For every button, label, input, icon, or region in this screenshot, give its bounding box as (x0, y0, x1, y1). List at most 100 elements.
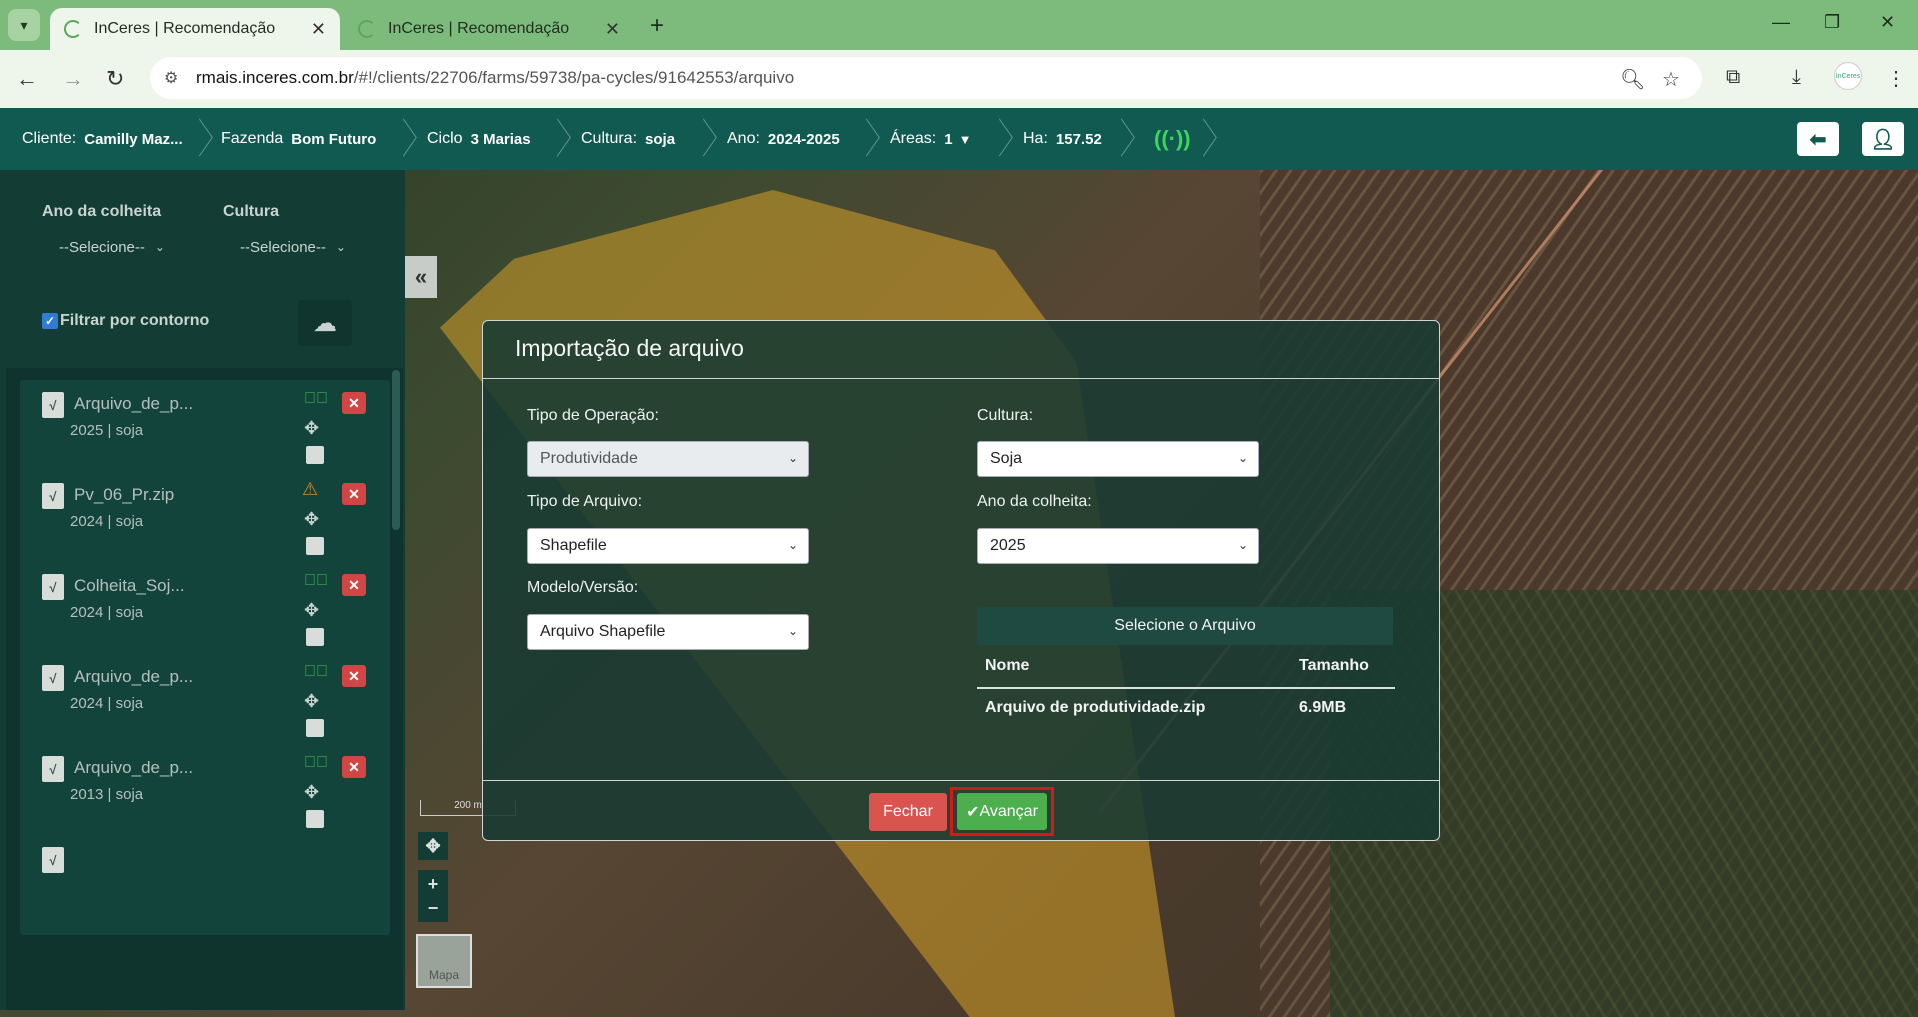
file-card[interactable]: √ Arquivo_de_p... 2013 | soja ✓⃝ ✕ ✥ (20, 744, 390, 844)
forward-icon[interactable]: → (62, 66, 84, 92)
filter-contour-checkbox[interactable]: ✓ Filtrar por contorno (42, 312, 209, 330)
file-icon: √ (42, 847, 64, 873)
profile-avatar[interactable]: InCeres (1834, 62, 1862, 90)
status-ok-icon: ✓⃝ (304, 663, 328, 680)
delete-button[interactable]: ✕ (342, 756, 366, 778)
zoom-out-button[interactable]: − (418, 894, 448, 922)
filter-ano-select[interactable]: --Selecione-- ⌄ (42, 232, 182, 262)
select-checkbox[interactable] (306, 628, 324, 646)
crumb-cliente[interactable]: Cliente: Camilly Maz... (22, 108, 183, 170)
url-path: /#!/clients/22706/farms/59738/pa-cycles/… (353, 68, 795, 87)
browser-toolbar: ← → ↻ ⚙ rmais.inceres.com.br/#!/clients/… (0, 50, 1918, 108)
crumb-value: soja (645, 130, 676, 148)
site-info-icon[interactable]: ⚙ (164, 68, 178, 88)
select-file-button[interactable]: Selecione o Arquivo (977, 607, 1393, 645)
crumb-ciclo[interactable]: Ciclo 3 Marias (427, 108, 531, 170)
crumb-value: 2024-2025 (767, 130, 840, 148)
modelo-select[interactable]: Arquivo Shapefile ⌄ (527, 614, 809, 650)
file-meta: 2024 | soja (70, 604, 144, 621)
crumb-fazenda[interactable]: Fazenda Bom Futuro (221, 108, 376, 170)
crumb-label: Ciclo (427, 130, 463, 147)
file-card[interactable]: √ Arquivo_de_p... 2024 | soja ✓⃝ ✕ ✥ (20, 653, 390, 753)
tipo-arquivo-label: Tipo de Arquivo: (527, 493, 643, 510)
back-arrow-button[interactable]: ⬅ (1797, 122, 1839, 156)
chevron-down-icon: ⌄ (335, 240, 346, 254)
cloud-upload-icon[interactable]: ☁ (298, 300, 352, 346)
highlight-box: ✔ Avançar (950, 787, 1054, 836)
download-icon[interactable]: ⤓ (1792, 66, 1801, 89)
select-checkbox[interactable] (306, 446, 324, 464)
file-card[interactable]: √ Pv_06_Pr.zip 2024 | soja ⚠ ✕ ✥ (20, 471, 390, 571)
next-button[interactable]: ✔ Avançar (957, 793, 1047, 830)
cultura-select[interactable]: Soja ⌄ (977, 441, 1259, 477)
restore-icon[interactable]: ❐ (1824, 12, 1840, 33)
status-ok-icon: ✓⃝ (304, 572, 328, 589)
file-icon: √ (42, 483, 64, 509)
browser-tab[interactable]: InCeres | Recomendação ✕ (344, 8, 634, 50)
collapse-sidebar-button[interactable]: « (405, 256, 437, 298)
close-button[interactable]: Fechar (869, 793, 947, 831)
filter-cultura-select[interactable]: --Selecione-- ⌄ (223, 232, 363, 262)
file-meta: 2024 | soja (70, 695, 144, 712)
table-cell-size: 6.9MB (1299, 699, 1347, 716)
checkbox-checked-icon[interactable]: ✓ (42, 313, 58, 329)
crumb-value: Bom Futuro (291, 130, 377, 148)
move-icon[interactable]: ✥ (304, 509, 319, 530)
move-icon[interactable]: ✥ (304, 782, 319, 803)
move-icon[interactable]: ✥ (304, 418, 319, 439)
tab-close-icon[interactable]: ✕ (605, 19, 620, 40)
chevron-down-icon: ▼ (958, 131, 972, 147)
file-card[interactable]: √ Arquivo_de_p... 2025 | soja ✓⃝ ✕ ✥ (20, 380, 390, 480)
crumb-separator (855, 122, 877, 156)
file-list[interactable]: √ Arquivo_de_p... 2025 | soja ✓⃝ ✕ ✥ √ P… (6, 368, 403, 1010)
table-divider (977, 687, 1395, 689)
crumb-label: Ano: (727, 130, 760, 147)
basemap-toggle[interactable]: Mapa (416, 934, 472, 988)
window-close-icon[interactable]: ✕ (1880, 12, 1895, 33)
delete-button[interactable]: ✕ (342, 574, 366, 596)
delete-button[interactable]: ✕ (342, 483, 366, 505)
tipo-arquivo-select[interactable]: Shapefile ⌄ (527, 528, 809, 564)
crumb-separator (988, 122, 1010, 156)
select-checkbox[interactable] (306, 810, 324, 828)
scrollbar-thumb[interactable] (392, 370, 400, 530)
crumb-value: 1 (944, 130, 953, 148)
select-checkbox[interactable] (306, 719, 324, 737)
ano-colheita-select[interactable]: 2025 ⌄ (977, 528, 1259, 564)
bookmark-star-icon[interactable]: ☆ (1662, 67, 1680, 92)
tab-close-icon[interactable]: ✕ (311, 19, 326, 40)
back-icon[interactable]: ← (16, 66, 38, 92)
move-icon[interactable]: ✥ (304, 691, 319, 712)
crumb-value: 3 Marias (470, 130, 531, 148)
crumb-ano[interactable]: Ano: 2024-2025 (727, 108, 840, 170)
minimize-icon[interactable]: — (1772, 12, 1790, 33)
tab-search-icon[interactable]: ▾ (8, 9, 40, 41)
user-icon[interactable]: 👤︎ (1862, 122, 1904, 156)
reload-icon[interactable]: ↻ (106, 66, 124, 92)
file-card[interactable]: √ (20, 835, 390, 935)
file-name: Arquivo_de_p... (74, 394, 194, 413)
status-ok-icon: ✓⃝ (304, 390, 328, 407)
divider (483, 780, 1439, 781)
chevron-down-icon: ⌄ (1237, 451, 1248, 465)
zoom-icon[interactable]: 🔍︎ (1620, 67, 1645, 92)
delete-button[interactable]: ✕ (342, 665, 366, 687)
extensions-icon[interactable]: ⧉ (1726, 66, 1740, 89)
url-host: rmais.inceres.com.br (196, 68, 354, 87)
tipo-operacao-select[interactable]: Produtividade ⌄ (527, 441, 809, 477)
pan-icon[interactable]: ✥ (418, 832, 448, 860)
delete-button[interactable]: ✕ (342, 392, 366, 414)
select-checkbox[interactable] (306, 537, 324, 555)
crumb-areas[interactable]: Áreas: 1 ▼ (890, 108, 971, 170)
crumb-label: Ha: (1023, 130, 1048, 147)
move-icon[interactable]: ✥ (304, 600, 319, 621)
file-card[interactable]: √ Colheita_Soj... 2024 | soja ✓⃝ ✕ ✥ (20, 562, 390, 662)
browser-tab-active[interactable]: InCeres | Recomendação ✕ (50, 8, 340, 50)
menu-icon[interactable]: ⋮ (1886, 66, 1906, 91)
file-name: Arquivo_de_p... (74, 758, 194, 777)
cultura-label: Cultura: (977, 407, 1034, 424)
new-tab-button[interactable]: + (650, 12, 664, 40)
url-bar[interactable]: ⚙ rmais.inceres.com.br/#!/clients/22706/… (150, 57, 1702, 99)
file-name: Pv_06_Pr.zip (74, 485, 175, 504)
crumb-cultura[interactable]: Cultura: soja (581, 108, 675, 170)
